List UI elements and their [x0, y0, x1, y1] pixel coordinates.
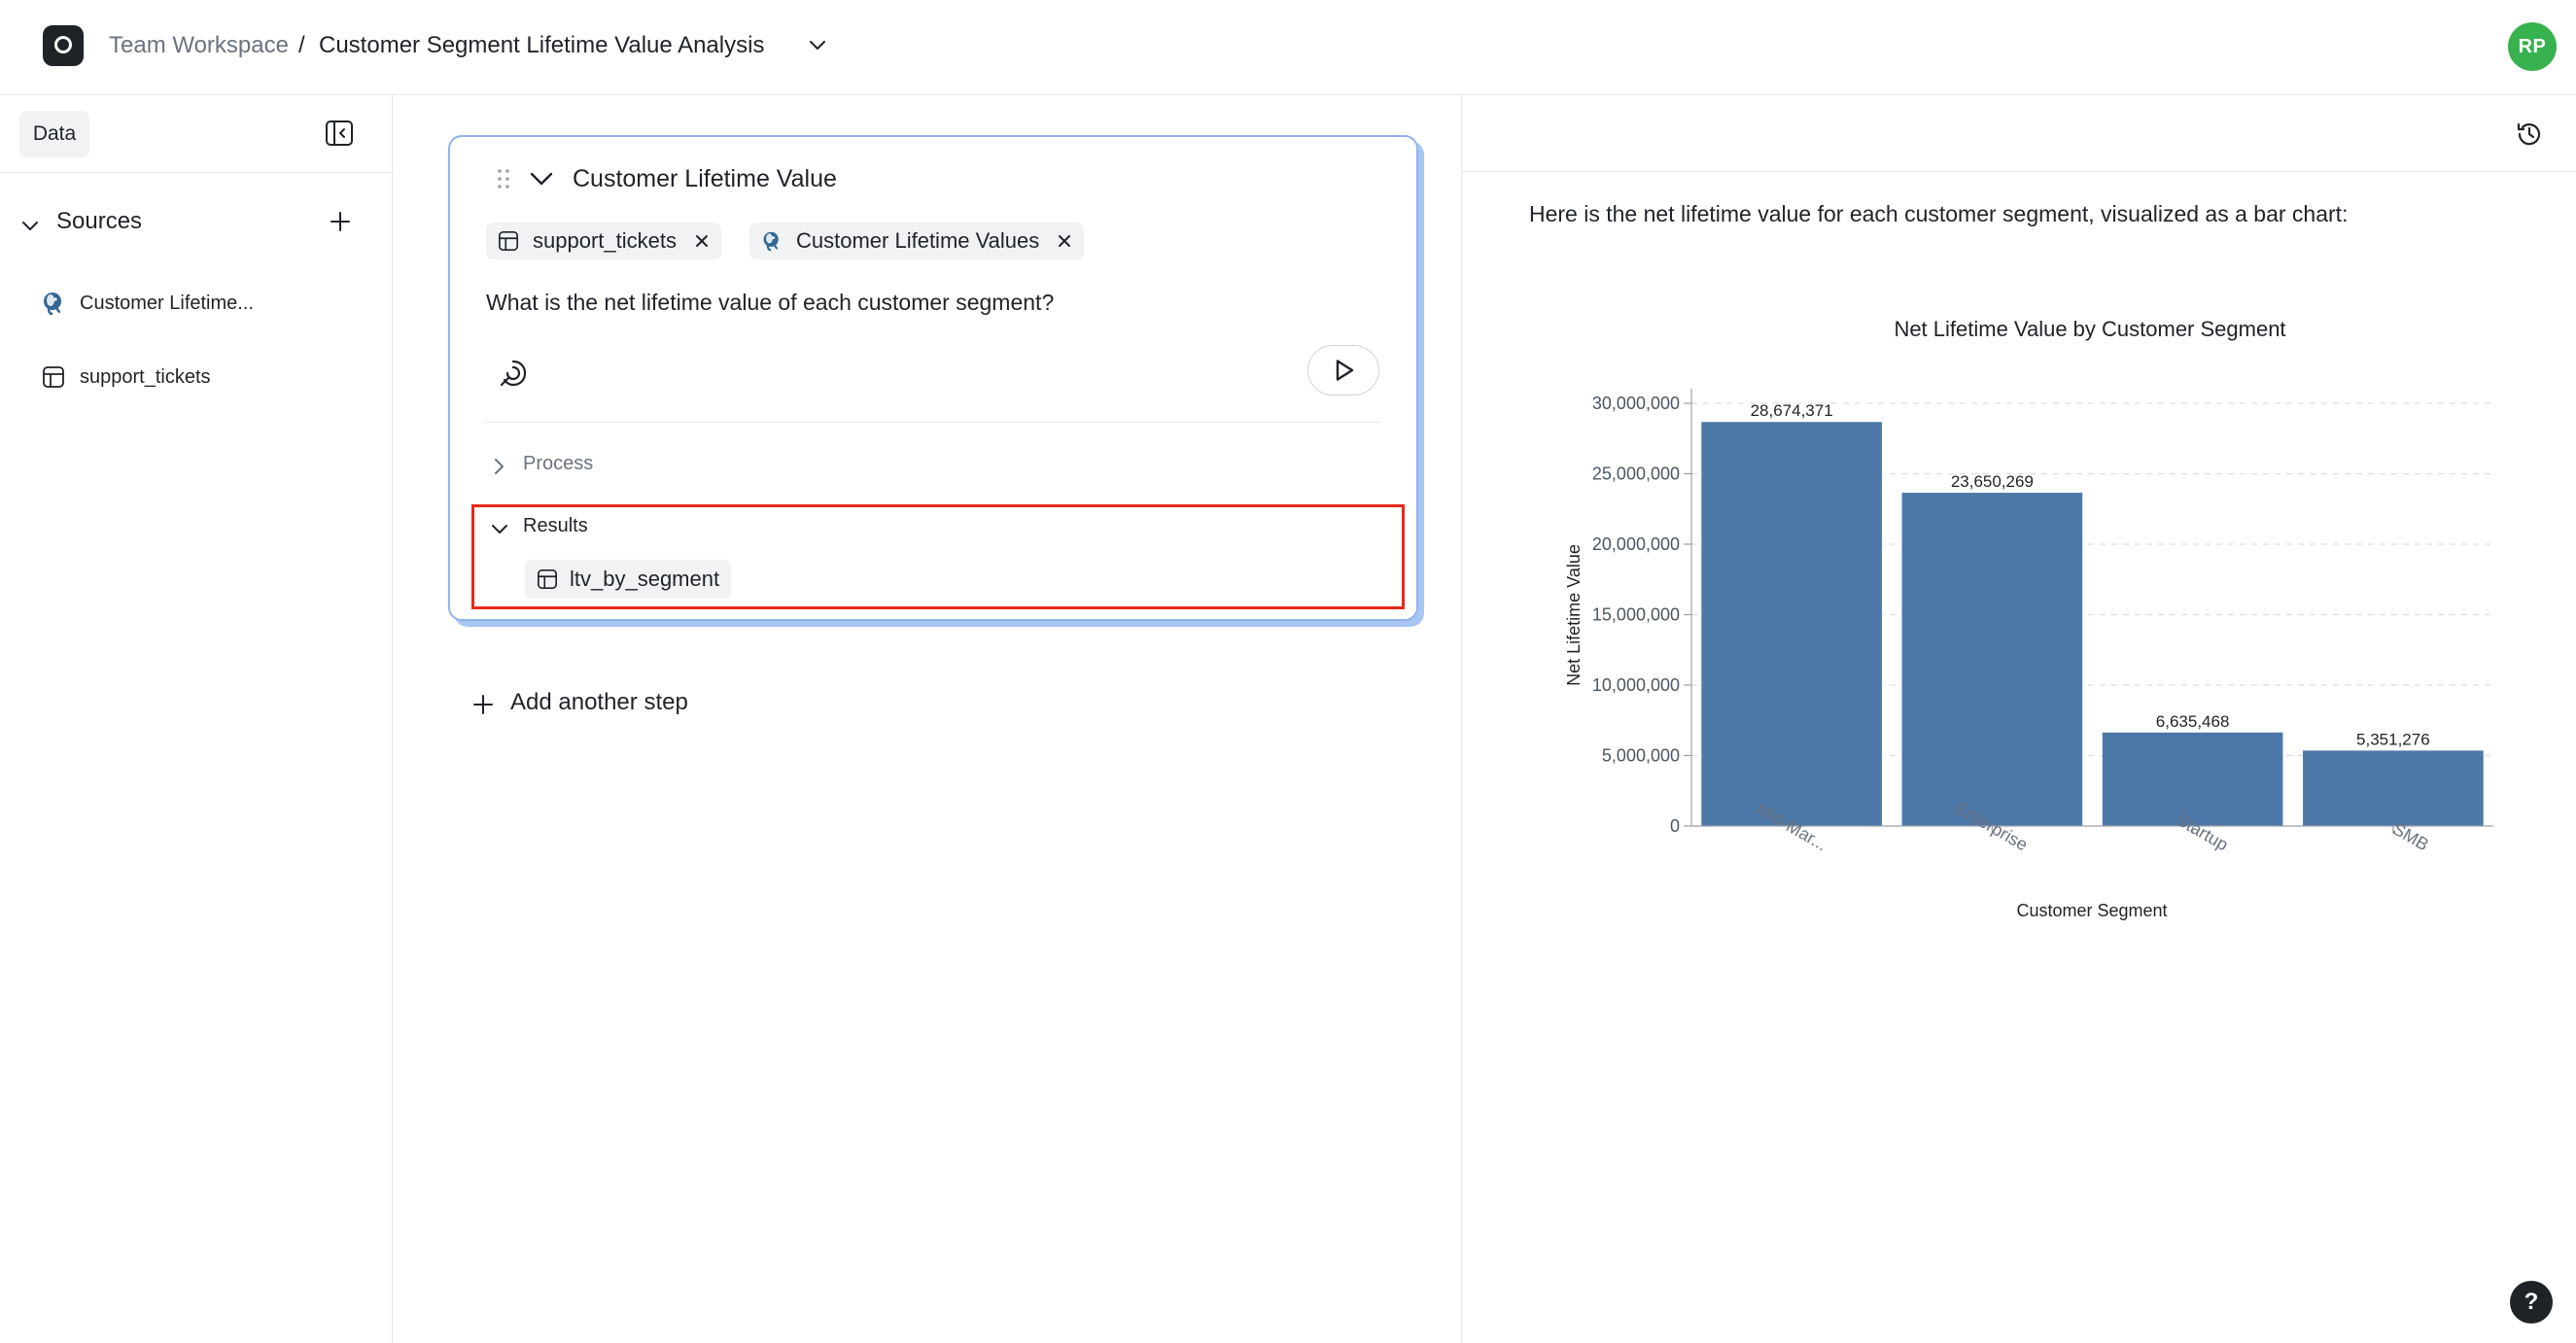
sidebar-item-customer-lifetime[interactable]: Customer Lifetime... [41, 286, 254, 321]
add-step-button[interactable]: Add another step [510, 689, 688, 716]
y-tick-label: 25,000,000 [1592, 465, 1680, 484]
app-logo[interactable] [43, 25, 84, 66]
results-section-toggle[interactable]: Results [523, 515, 588, 537]
process-section-toggle[interactable]: Process [523, 453, 593, 475]
divider [486, 422, 1380, 423]
table-icon [498, 230, 519, 252]
y-tick-label: 15,000,000 [1592, 605, 1680, 625]
result-table-chip[interactable]: ltv_by_segment [525, 560, 732, 599]
chevron-down-icon[interactable] [529, 169, 554, 189]
page-title[interactable]: Customer Segment Lifetime Value Analysis [319, 32, 764, 59]
remove-chip-icon[interactable] [694, 233, 710, 249]
sidebar-item-label: support_tickets [80, 365, 211, 388]
chip-label: Customer Lifetime Values [796, 228, 1040, 253]
y-tick-label: 30,000,000 [1592, 394, 1680, 413]
bar-value-label: 23,650,269 [1951, 472, 2034, 491]
table-icon [537, 568, 558, 590]
divider [1461, 171, 2576, 172]
bar[interactable] [1901, 493, 2083, 826]
breadcrumb-workspace[interactable]: Team Workspace [109, 32, 289, 59]
question-text[interactable]: What is the net lifetime value of each c… [486, 290, 1054, 316]
step-title[interactable]: Customer Lifetime Value [573, 165, 837, 193]
bar[interactable] [2102, 732, 2283, 826]
chevron-down-icon[interactable] [490, 521, 509, 538]
history-icon[interactable] [2515, 120, 2544, 149]
help-button[interactable]: ? [2510, 1281, 2553, 1324]
chevron-right-icon[interactable] [490, 457, 507, 476]
bar-value-label: 5,351,276 [2356, 730, 2430, 748]
y-axis-label: Net Lifetime Value [1564, 544, 1584, 686]
avatar[interactable]: RP [2508, 22, 2557, 71]
ai-assist-icon[interactable] [498, 358, 529, 389]
chevron-down-icon[interactable] [19, 216, 41, 237]
y-tick-label: 20,000,000 [1592, 534, 1680, 554]
bar-value-label: 28,674,371 [1751, 401, 1833, 420]
bar-value-label: 6,635,468 [2156, 712, 2230, 731]
bar[interactable] [1701, 422, 1882, 826]
tab-data[interactable]: Data [19, 111, 89, 157]
postgres-icon [41, 291, 66, 316]
sidebar: Data Sources Customer Lifetime... suppor… [0, 95, 393, 1343]
y-tick-label: 10,000,000 [1592, 675, 1680, 695]
remove-chip-icon[interactable] [1057, 233, 1072, 249]
collapse-sidebar-icon[interactable] [325, 119, 354, 148]
x-axis-label: Customer Segment [2016, 901, 2167, 920]
play-icon [1330, 357, 1357, 384]
bar[interactable] [2303, 750, 2484, 826]
bar-chart: Net Lifetime Value by Customer Segment 0… [1564, 317, 2493, 920]
source-chip-support-tickets[interactable]: support_tickets [486, 223, 721, 259]
top-bar: Team Workspace / Customer Segment Lifeti… [0, 0, 2576, 95]
y-tick-label: 5,000,000 [1602, 746, 1680, 766]
answer-text: Here is the net lifetime value for each … [1529, 201, 2349, 226]
plus-icon[interactable] [472, 694, 494, 715]
table-icon [41, 364, 66, 390]
result-chip-label: ltv_by_segment [570, 567, 720, 591]
sources-heading[interactable]: Sources [56, 208, 142, 235]
drag-handle-icon[interactable] [497, 167, 510, 190]
add-source-icon[interactable] [329, 210, 352, 233]
run-button[interactable] [1307, 345, 1379, 396]
chip-label: support_tickets [533, 228, 677, 253]
source-chip-customer-lifetime-values[interactable]: Customer Lifetime Values [749, 223, 1085, 259]
chevron-down-icon[interactable] [807, 35, 828, 56]
chart-title: Net Lifetime Value by Customer Segment [1894, 317, 2285, 341]
breadcrumb-separator: / [298, 32, 305, 58]
sidebar-item-support-tickets[interactable]: support_tickets [41, 360, 211, 395]
divider [0, 172, 393, 173]
y-tick-label: 0 [1670, 816, 1680, 836]
postgres-icon [761, 230, 783, 252]
sidebar-item-label: Customer Lifetime... [80, 292, 254, 314]
